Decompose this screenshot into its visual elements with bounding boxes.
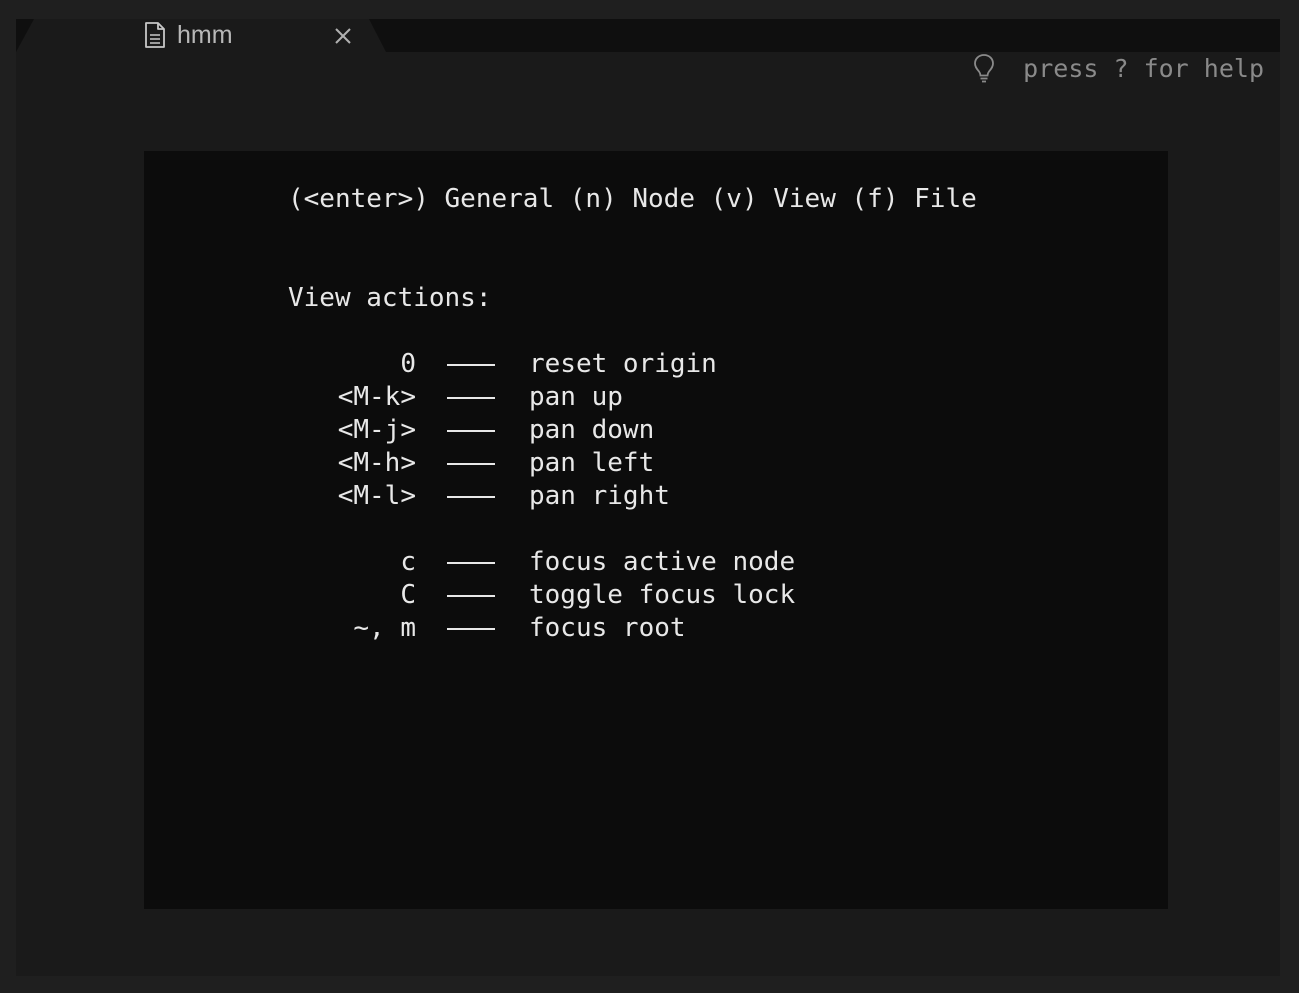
binding-separator — [447, 628, 495, 630]
binding-separator — [447, 595, 495, 597]
binding-description: pan up — [529, 382, 623, 412]
binding-row: <M-h> pan left — [144, 447, 1168, 480]
binding-separator — [447, 364, 495, 366]
binding-description: focus root — [529, 613, 686, 643]
binding-description: pan down — [529, 415, 655, 445]
binding-key: c — [400, 547, 416, 577]
binding-description: pan left — [529, 448, 655, 478]
document-icon — [145, 22, 165, 48]
binding-description: toggle focus lock — [529, 580, 796, 610]
binding-key: 0 — [400, 349, 416, 379]
help-hint-text: press ? for help — [1023, 53, 1264, 83]
binding-key: <M-j> — [337, 415, 416, 445]
binding-description: focus active node — [529, 547, 796, 577]
binding-key: <M-h> — [337, 448, 416, 478]
binding-key: <M-k> — [337, 382, 416, 412]
tab-hmm[interactable]: hmm — [16, 19, 386, 52]
tab-bar: hmm — [16, 19, 1280, 52]
binding-row: 0 reset origin — [144, 348, 1168, 381]
section-title: View actions: — [288, 283, 492, 313]
lightbulb-icon — [974, 54, 995, 83]
binding-separator — [447, 496, 495, 498]
binding-description: reset origin — [529, 349, 717, 379]
binding-row: C toggle focus lock — [144, 579, 1168, 612]
binding-separator — [447, 562, 495, 564]
binding-separator — [447, 397, 495, 399]
close-icon[interactable] — [334, 27, 352, 45]
binding-key: ~, m — [353, 613, 416, 643]
binding-row: <M-l> pan right — [144, 480, 1168, 513]
binding-row: <M-j> pan down — [144, 414, 1168, 447]
help-hint: press ? for help — [973, 51, 1264, 85]
binding-row: <M-k> pan up — [144, 381, 1168, 414]
binding-key: <M-l> — [337, 481, 416, 511]
binding-separator — [447, 430, 495, 432]
binding-description: pan right — [529, 481, 670, 511]
binding-row: ~, m focus root — [144, 612, 1168, 645]
app-window: hmm press ? for help (<enter>) General (… — [16, 19, 1280, 976]
tab-title: hmm — [177, 21, 233, 49]
help-menu: (<enter>) General (n) Node (v) View (f) … — [288, 184, 977, 214]
binding-row: c focus active node — [144, 546, 1168, 579]
help-panel: (<enter>) General (n) Node (v) View (f) … — [144, 151, 1168, 909]
binding-separator — [447, 463, 495, 465]
binding-key: C — [400, 580, 416, 610]
